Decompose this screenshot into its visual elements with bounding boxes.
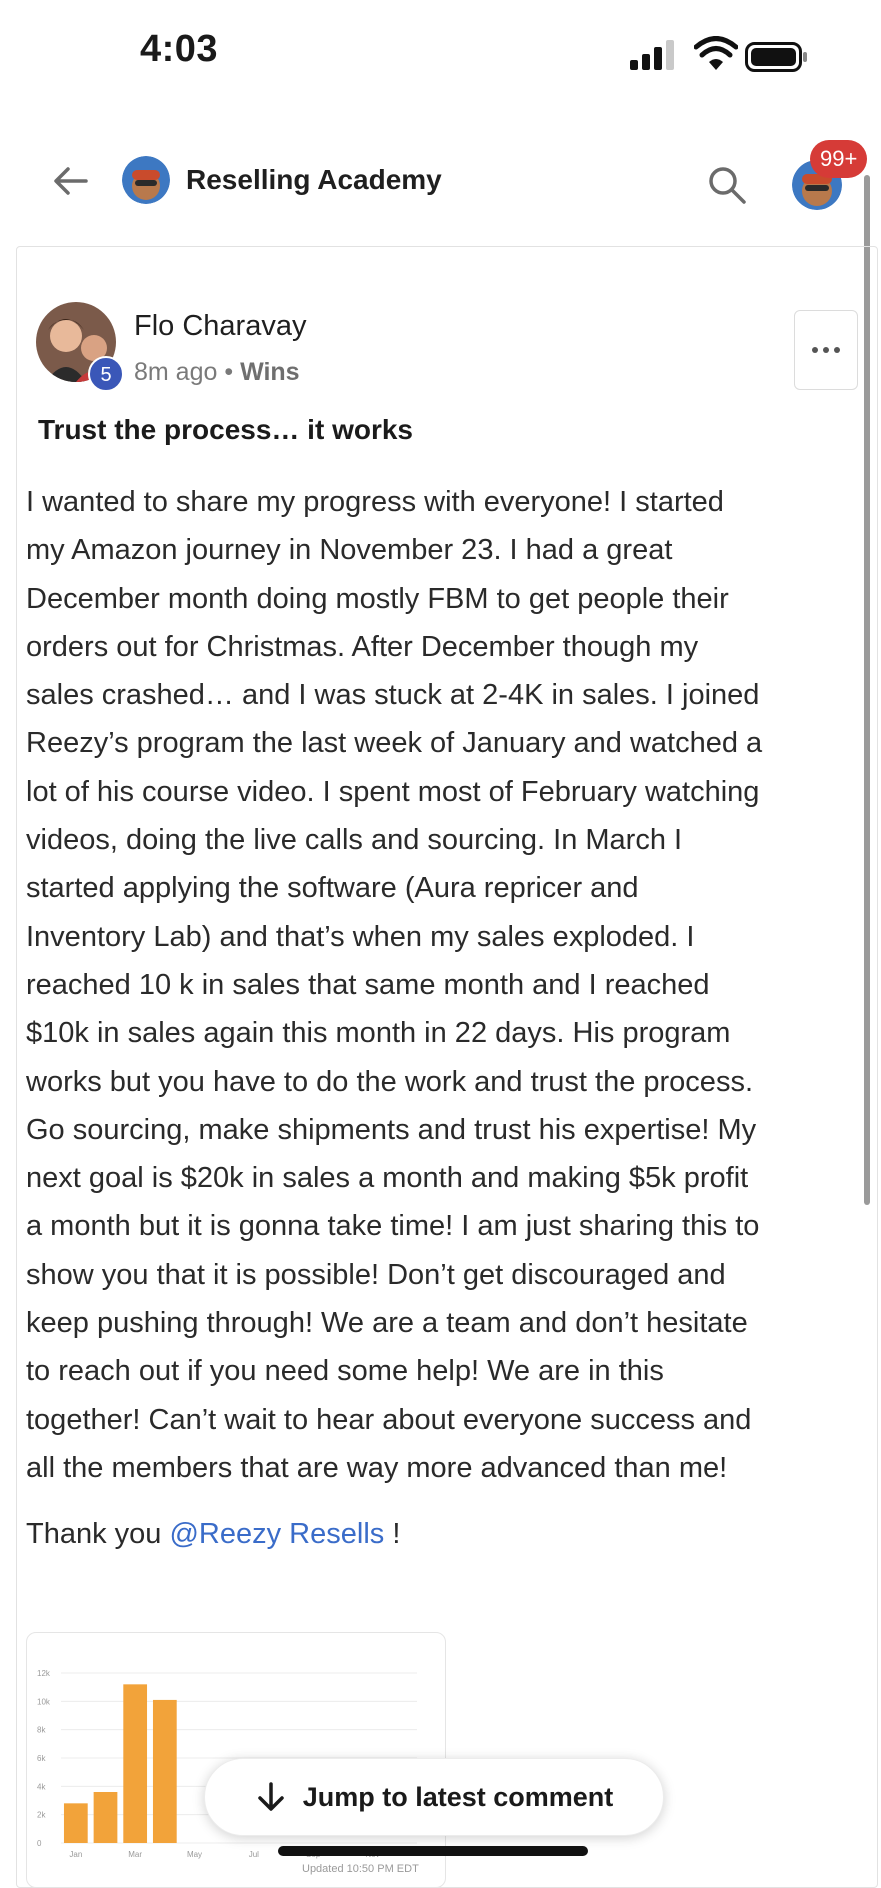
chart-x-tick-label: Jan	[69, 1850, 82, 1859]
back-arrow-icon[interactable]	[50, 160, 92, 202]
jump-to-latest-comment-button[interactable]: Jump to latest comment	[204, 1758, 664, 1836]
post-category[interactable]: Wins	[240, 358, 300, 386]
post-thanks: Thank you @Reezy Resells !	[26, 1518, 400, 1551]
post-body-line: orders out for Christmas. After December…	[26, 630, 699, 663]
group-avatar[interactable]	[122, 156, 170, 204]
status-time: 4:03	[140, 28, 219, 70]
home-indicator[interactable]	[278, 1846, 588, 1856]
post-time: 8m ago	[134, 358, 218, 386]
status-bar: 4:03	[0, 0, 881, 110]
post-body-line: a month but it is gonna take time! I am …	[26, 1210, 760, 1243]
arrow-down-icon	[257, 1782, 284, 1811]
thanks-text: Thank you	[26, 1518, 170, 1550]
chart-y-tick-label: 10k	[37, 1697, 51, 1706]
jump-button-label: Jump to latest comment	[302, 1781, 614, 1812]
post-body-line: my Amazon journey in November 23. I had …	[26, 534, 673, 567]
more-dots-icon	[812, 347, 840, 353]
post-body-line: all the members that are way more advanc…	[26, 1451, 728, 1484]
chart-x-tick-label: Mar	[128, 1850, 142, 1859]
battery-icon	[745, 42, 807, 72]
chart-x-tick-label: May	[187, 1850, 202, 1859]
post-body: I wanted to share my progress with every…	[26, 478, 861, 1492]
post-body-line: works but you have to do the work and tr…	[26, 1065, 753, 1098]
author-name[interactable]: Flo Charavay	[134, 310, 306, 343]
wifi-icon	[694, 36, 738, 70]
post-body-line: sales crashed… and I was stuck at 2-4K i…	[26, 679, 760, 712]
chart-y-tick-label: 12k	[37, 1669, 51, 1678]
post-body-line: videos, doing the live calls and sourcin…	[26, 824, 683, 857]
chart-bar-apr[interactable]	[152, 1699, 177, 1843]
post-body-line: reached 10 k in sales that same month an…	[26, 968, 710, 1001]
post-body-line: to reach out if you need some help! We a…	[26, 1355, 664, 1388]
author-level-badge: 5	[88, 356, 124, 392]
post-title: Trust the process… it works	[38, 414, 413, 445]
chart-y-tick-label: 8k	[37, 1726, 46, 1735]
group-title[interactable]: Reselling Academy	[186, 164, 442, 196]
thanks-suffix: !	[384, 1518, 401, 1550]
post-body-line: Go sourcing, make shipments and trust hi…	[26, 1113, 757, 1146]
chart-bar-jan[interactable]	[63, 1803, 88, 1843]
chart-bar-mar[interactable]	[123, 1684, 148, 1843]
post-body-line: show you that it is possible! Don’t get …	[26, 1258, 726, 1291]
chart-y-tick-label: 6k	[37, 1754, 46, 1763]
notification-badge[interactable]: 99+	[810, 140, 868, 178]
post-body-line: December month doing mostly FBM to get p…	[26, 582, 729, 615]
chart-updated-text: Updated 10:50 PM EDT	[302, 1863, 419, 1875]
chart-y-tick-label: 2k	[37, 1811, 46, 1820]
cellular-signal-icon	[630, 40, 674, 70]
post-body-line: Reezy’s program the last week of January…	[26, 727, 763, 760]
meta-separator: •	[224, 358, 234, 386]
post-body-line: keep pushing through! We are a team and …	[26, 1307, 748, 1340]
mention-link[interactable]: @Reezy Resells	[169, 1518, 384, 1550]
post-body-line: lot of his course video. I spent most of…	[26, 775, 760, 808]
chart-y-tick-label: 4k	[37, 1782, 46, 1791]
chart-x-tick-label: Jul	[249, 1850, 259, 1859]
chart-bar-feb[interactable]	[93, 1792, 118, 1843]
post-body-line: started applying the software (Aura repr…	[26, 872, 639, 905]
post-body-line: $10k in sales again this month in 22 day…	[26, 1017, 731, 1050]
more-options-button[interactable]	[794, 310, 858, 390]
post-meta: 8m ago • Wins	[134, 358, 300, 387]
post-body-line: Inventory Lab) and that’s when my sales …	[26, 920, 695, 953]
chart-y-tick-label: 0	[37, 1839, 42, 1848]
post-body-line: next goal is $20k in sales a month and m…	[26, 1162, 749, 1195]
post-body-line: together! Can’t wait to hear about every…	[26, 1403, 752, 1436]
group-header: Reselling Academy 99+	[0, 140, 881, 240]
search-icon[interactable]	[706, 164, 748, 206]
post-body-line: I wanted to share my progress with every…	[26, 486, 724, 518]
